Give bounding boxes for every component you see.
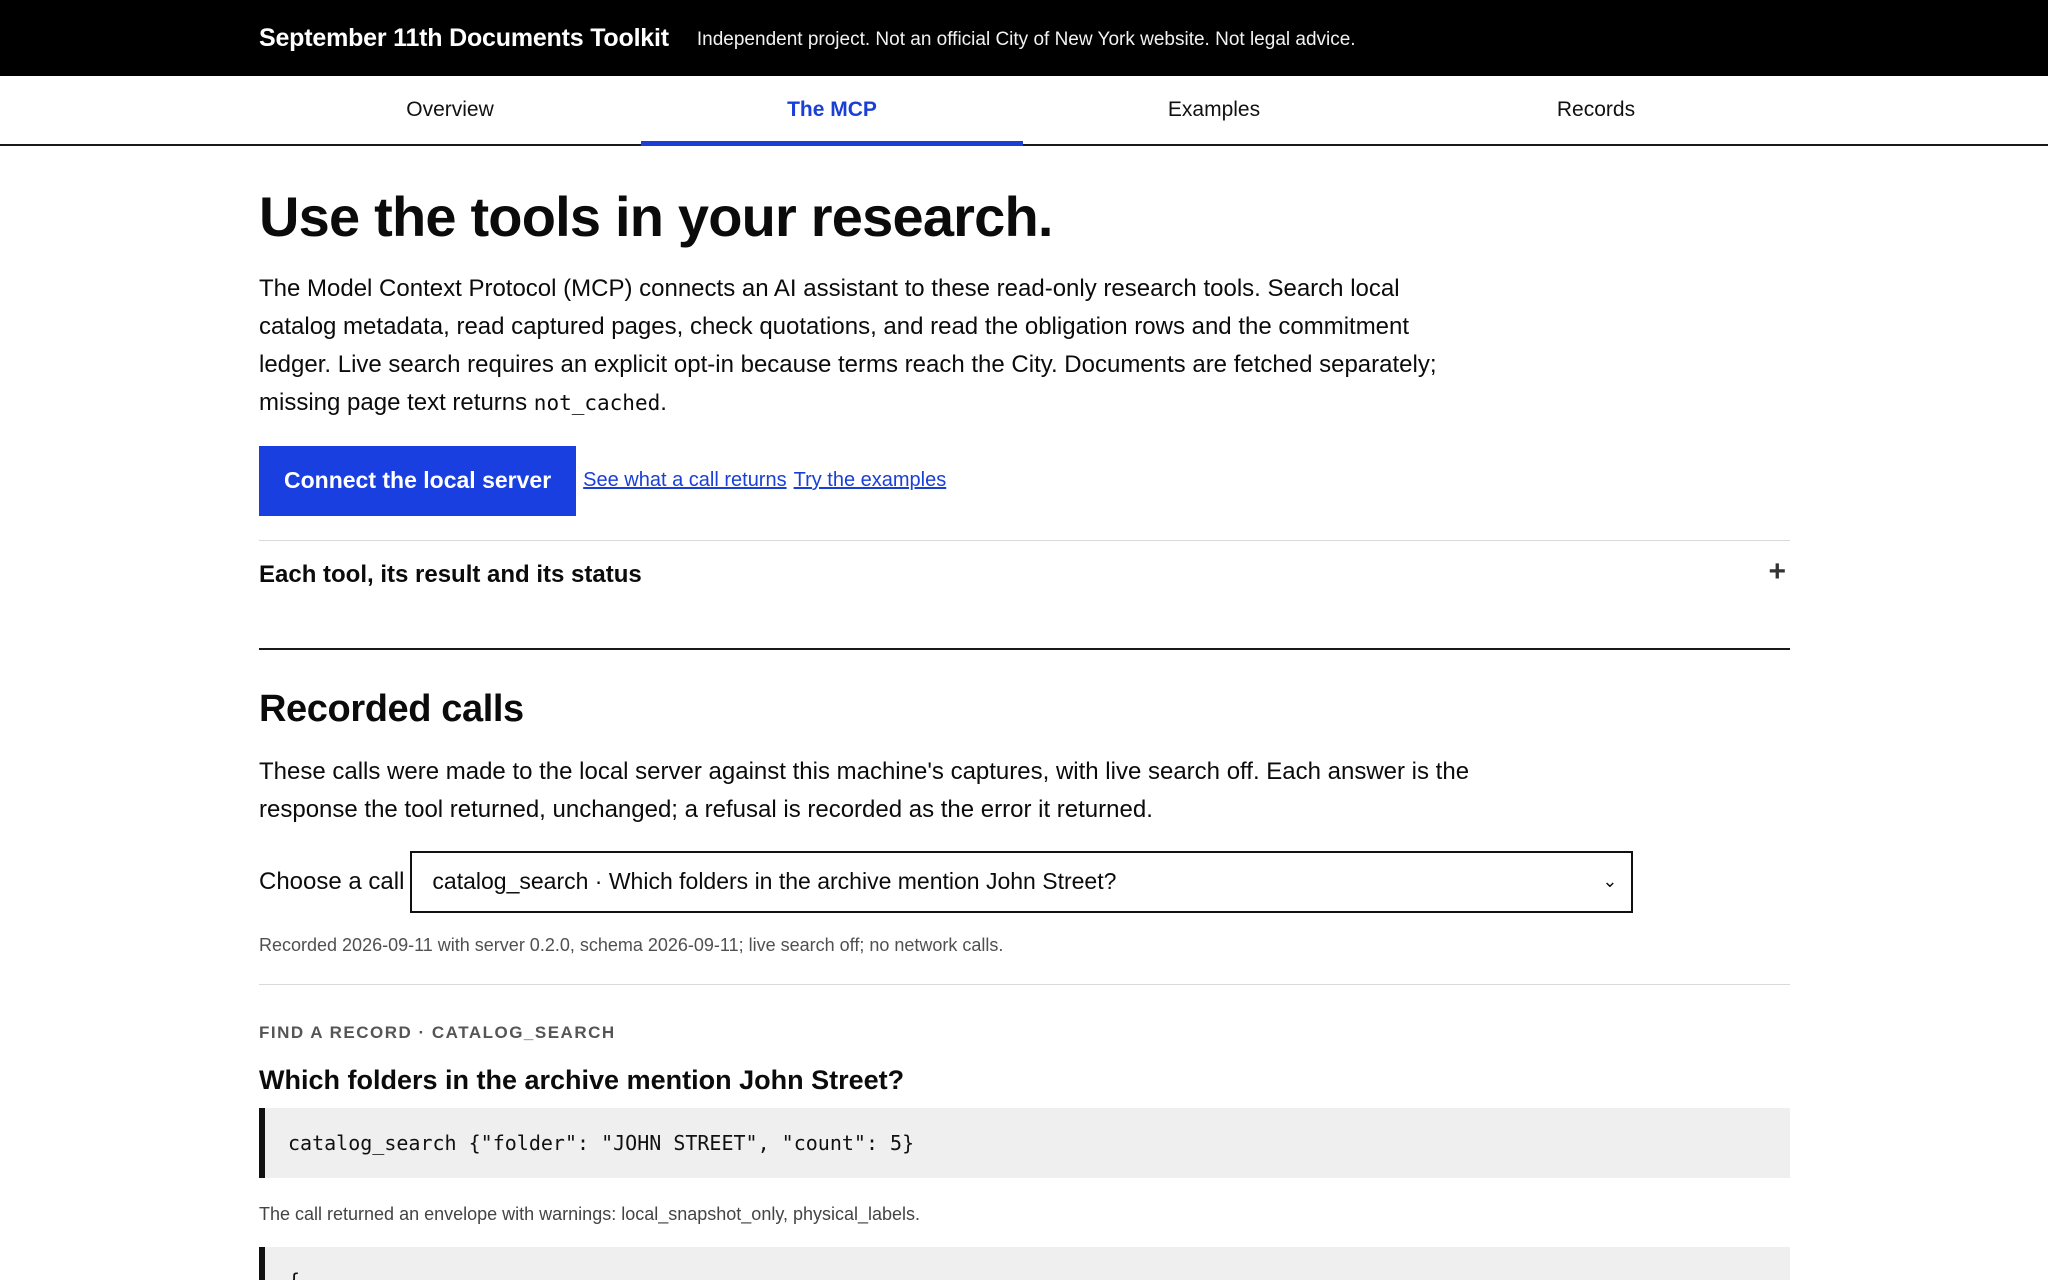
response-code: { — [288, 1269, 300, 1280]
tab-the-mcp[interactable]: The MCP — [641, 76, 1023, 146]
accordion-title[interactable]: Each tool, its result and its status — [259, 561, 642, 589]
call-question: Which folders in the archive mention Joh… — [259, 1064, 905, 1095]
intro-paragraph: The Model Context Protocol (MCP) connect… — [259, 270, 1479, 422]
divider — [259, 983, 1790, 985]
call-eyebrow: FIND A RECORD · CATALOG_SEARCH — [259, 1022, 616, 1042]
result-note: The call returned an envelope with warni… — [259, 1203, 921, 1224]
tab-records[interactable]: Records — [1405, 76, 1787, 144]
call-code-block: catalog_search {"folder": "JOHN STREET",… — [259, 1107, 1790, 1178]
intro-end: . — [660, 388, 667, 416]
intro-text: The Model Context Protocol (MCP) connect… — [259, 274, 1437, 416]
call-select[interactable]: catalog_search · Which folders in the ar… — [410, 850, 1634, 913]
site-brand[interactable]: September 11th Documents Toolkit — [259, 24, 669, 53]
call-code: catalog_search {"folder": "JOHN STREET",… — [288, 1130, 915, 1155]
try-examples-link[interactable]: Try the examples — [794, 469, 947, 492]
choose-call-row: Choose a call catalog_search · Which fol… — [259, 850, 1789, 913]
top-banner: September 11th Documents Toolkit Indepen… — [0, 0, 2048, 76]
call-select-value: catalog_search · Which folders in the ar… — [432, 868, 1117, 895]
chevron-down-icon: ⌄ — [1602, 871, 1618, 892]
recorded-calls-heading: Recorded calls — [259, 687, 524, 730]
page-title: Use the tools in your research. — [259, 185, 1053, 248]
recording-meta: Recorded 2026-09-11 with server 0.2.0, s… — [259, 934, 1004, 955]
connect-server-button[interactable]: Connect the local server — [259, 445, 577, 516]
plus-icon[interactable]: + — [1768, 555, 1786, 589]
choose-call-label: Choose a call — [259, 867, 405, 895]
main-content: Use the tools in your research. The Mode… — [0, 185, 1790, 1280]
tools-accordion[interactable]: Each tool, its result and its status + — [259, 539, 1790, 650]
tab-examples[interactable]: Examples — [1023, 76, 1405, 144]
recorded-calls-description: These calls were made to the local serve… — [259, 757, 1470, 823]
main-tabs: Overview The MCP Examples Records — [0, 76, 2048, 146]
see-call-link[interactable]: See what a call returns — [583, 469, 786, 492]
intro-code: not_cached — [533, 390, 661, 415]
site-disclaimer: Independent project. Not an official Cit… — [696, 28, 1356, 50]
response-code-block: { — [259, 1246, 1790, 1280]
cta-row: Connect the local server See what a call… — [259, 445, 1789, 516]
tab-overview[interactable]: Overview — [259, 76, 641, 144]
